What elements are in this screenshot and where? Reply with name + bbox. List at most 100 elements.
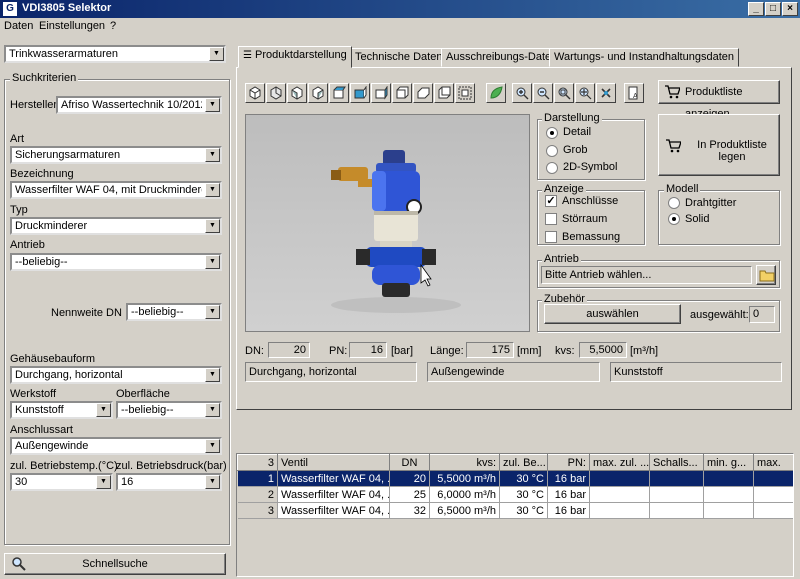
view-iso2-button[interactable] bbox=[392, 83, 412, 103]
tab-technische-daten[interactable]: Technische Daten bbox=[350, 48, 448, 67]
radio-drahtgitter-label: Drahtgitter bbox=[685, 197, 737, 209]
radio-solid[interactable] bbox=[668, 213, 680, 225]
box-bottom-icon bbox=[354, 86, 367, 99]
radio-drahtgitter[interactable] bbox=[668, 197, 680, 209]
maximize-button[interactable]: □ bbox=[765, 2, 781, 16]
cell-ventil: Wasserfilter WAF 04, ... bbox=[277, 486, 390, 503]
minimize-button[interactable]: _ bbox=[748, 2, 764, 16]
in-produktliste-legen-button[interactable]: In Produktliste legen bbox=[658, 114, 780, 176]
oberflaeche-label: Oberfläche bbox=[116, 388, 170, 400]
header-dn[interactable]: DN bbox=[389, 454, 430, 471]
close-button[interactable]: × bbox=[782, 2, 798, 16]
chevron-down-icon: ▼ bbox=[205, 305, 220, 319]
menu-bar: Daten Einstellungen ? bbox=[0, 18, 800, 35]
app-icon: G bbox=[3, 2, 17, 16]
menu-einstellungen[interactable]: Einstellungen bbox=[39, 20, 105, 32]
laenge-label: Länge: bbox=[430, 345, 464, 357]
typ-select[interactable]: Druckminderer ▼ bbox=[10, 217, 222, 235]
view-back-button[interactable] bbox=[266, 83, 286, 103]
werkstoff-select[interactable]: Kunststoff ▼ bbox=[10, 401, 113, 419]
tab-produktdarstellung[interactable]: ☰ Produktdarstellung bbox=[238, 46, 352, 68]
color-button[interactable] bbox=[486, 83, 506, 103]
table-row[interactable]: 3 Wasserfilter WAF 04, ... 32 6,5000 m³/… bbox=[237, 502, 793, 519]
checkbox-bemassung[interactable] bbox=[545, 231, 557, 243]
header-schall[interactable]: Schalls... bbox=[649, 454, 704, 471]
cell-ventil: Wasserfilter WAF 04, ... bbox=[277, 502, 390, 519]
ausgewaehlt-label: ausgewählt: bbox=[690, 309, 749, 321]
antrieb-label: Antrieb bbox=[10, 239, 45, 251]
cell-temp: 30 °C bbox=[499, 486, 548, 503]
quicksearch-button[interactable]: Schnellsuche bbox=[4, 553, 226, 575]
art-select[interactable]: Sicherungsarmaturen ▼ bbox=[10, 146, 222, 164]
zoom-in-button[interactable] bbox=[512, 83, 532, 103]
fit-view-button[interactable] bbox=[455, 83, 475, 103]
produktliste-anzeigen-button[interactable]: Produktliste anzeigen bbox=[658, 80, 780, 120]
temp-select[interactable]: 30 ▼ bbox=[10, 473, 113, 491]
box-iso-icon bbox=[417, 87, 430, 99]
radio-grob[interactable] bbox=[546, 145, 558, 157]
zoom-window-button[interactable] bbox=[554, 83, 574, 103]
view-iso3-button[interactable] bbox=[413, 83, 433, 103]
checkbox-anschluesse[interactable]: ✓ bbox=[545, 195, 557, 207]
typ-label: Typ bbox=[10, 204, 28, 216]
menu-daten[interactable]: Daten bbox=[4, 20, 33, 32]
view-right-button[interactable] bbox=[308, 83, 328, 103]
view-bottom-button[interactable] bbox=[350, 83, 370, 103]
radio-detail-label: Detail bbox=[563, 126, 592, 138]
antrieb-select[interactable]: --beliebig-- ▼ bbox=[10, 253, 222, 271]
cell-empty bbox=[649, 486, 704, 503]
radio-grob-label: Grob bbox=[563, 144, 588, 156]
tab-ausschreibungs-daten[interactable]: Ausschreibungs-Daten bbox=[441, 48, 563, 67]
antrieb-field[interactable]: Bitte Antrieb wählen... bbox=[541, 266, 752, 284]
gehaeuse-select[interactable]: Durchgang, horizontal ▼ bbox=[10, 366, 222, 384]
zubehoer-auswaehlen-button[interactable]: auswählen bbox=[544, 304, 681, 324]
product-table: 3 Ventil DN kvs: zul. Be... PN: max. zul… bbox=[237, 454, 793, 519]
nennweite-select[interactable]: --beliebig-- ▼ bbox=[126, 303, 222, 321]
radio-2d-symbol[interactable] bbox=[546, 162, 558, 174]
row-number: 3 bbox=[237, 502, 278, 519]
dn-value: 20 bbox=[268, 342, 310, 358]
cube-right-icon bbox=[312, 86, 324, 100]
view-front-button[interactable] bbox=[245, 83, 265, 103]
header-min-g[interactable]: min. g... bbox=[703, 454, 754, 471]
oberflaeche-select[interactable]: --beliebig-- ▼ bbox=[116, 401, 222, 419]
chevron-down-icon: ▼ bbox=[205, 475, 220, 489]
header-ventil[interactable]: Ventil bbox=[277, 454, 390, 471]
table-row[interactable]: 1 Wasserfilter WAF 04, ... 20 5,5000 m³/… bbox=[237, 470, 793, 487]
view-iso1-button[interactable] bbox=[371, 83, 391, 103]
zoom-out-icon bbox=[537, 87, 550, 100]
tab-wartungsdaten[interactable]: Wartungs- und Instandhaltungsdaten bbox=[549, 48, 739, 67]
radio-detail[interactable] bbox=[546, 127, 558, 139]
temp-label: zul. Betriebstemp.(°C) bbox=[10, 460, 118, 472]
cell-empty bbox=[703, 470, 754, 487]
folder-button[interactable] bbox=[756, 265, 776, 285]
cell-empty bbox=[649, 470, 704, 487]
zoom-extents-button[interactable] bbox=[575, 83, 595, 103]
bezeichnung-select[interactable]: Wasserfilter WAF 04, mit Druckminderer, … bbox=[10, 181, 222, 199]
cell-dn: 20 bbox=[389, 470, 430, 487]
view-iso4-button[interactable] bbox=[434, 83, 454, 103]
header-pn[interactable]: PN: bbox=[547, 454, 590, 471]
view-top-button[interactable] bbox=[329, 83, 349, 103]
pan-button[interactable] bbox=[596, 83, 616, 103]
checkbox-stoerraum[interactable] bbox=[545, 213, 557, 225]
zoom-in-icon bbox=[516, 87, 529, 100]
header-zul-betriebstemp[interactable]: zul. Be... bbox=[499, 454, 548, 471]
search-criteria-title: Suchkriterien bbox=[10, 72, 79, 84]
cell-empty bbox=[703, 486, 754, 503]
druck-select[interactable]: 16 ▼ bbox=[116, 473, 222, 491]
werkstoff-label: Werkstoff bbox=[10, 388, 57, 400]
table-row[interactable]: 2 Wasserfilter WAF 04, ... 25 6,0000 m³/… bbox=[237, 486, 793, 503]
category-select[interactable]: Trinkwasserarmaturen ▼ bbox=[4, 45, 226, 63]
hersteller-select[interactable]: Afriso Wassertechnik 10/2012 ▼ bbox=[56, 96, 222, 114]
menu-help[interactable]: ? bbox=[110, 20, 116, 32]
header-max-zul[interactable]: max. zul. ... bbox=[589, 454, 650, 471]
radio-2d-symbol-label: 2D-Symbol bbox=[563, 161, 618, 173]
header-max[interactable]: max. bbox=[753, 454, 793, 471]
zoom-out-button[interactable] bbox=[533, 83, 553, 103]
anschluss-select[interactable]: Außengewinde ▼ bbox=[10, 437, 222, 455]
header-kvs[interactable]: kvs: bbox=[429, 454, 500, 471]
3d-viewport[interactable] bbox=[245, 114, 530, 332]
print-button[interactable]: A bbox=[624, 83, 644, 103]
view-left-button[interactable] bbox=[287, 83, 307, 103]
